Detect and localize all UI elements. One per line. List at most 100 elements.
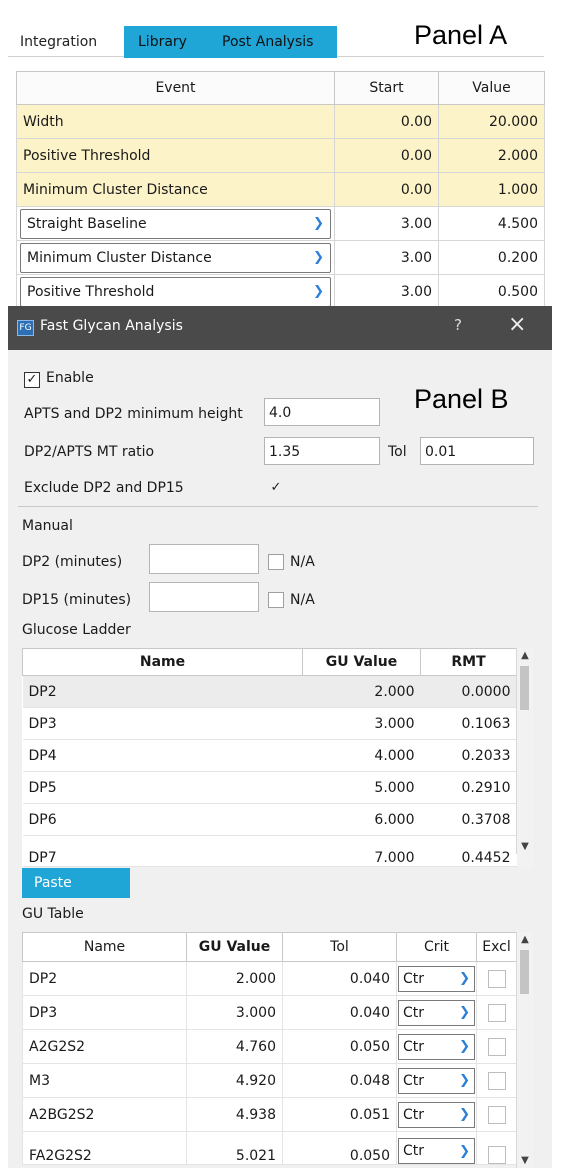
scroll-down-icon[interactable]: ▼ — [517, 1155, 533, 1166]
table-row[interactable]: DP6 6.000 0.3708 — [22, 803, 533, 836]
crit-dropdown[interactable]: Ctr ❯ — [398, 999, 475, 1026]
apts-min-height-input[interactable]: 4.0 — [264, 398, 380, 426]
excl-checkbox[interactable] — [487, 1146, 506, 1164]
dp15-na-checkbox[interactable] — [268, 592, 284, 608]
event-dropdown[interactable]: Minimum Cluster Distance ❯ — [20, 242, 331, 273]
crit-dropdown[interactable]: Ctr ❯ — [398, 1138, 475, 1164]
table-row[interactable]: Straight Baseline ❯ 3.00 4.500 — [16, 206, 545, 241]
crit-dropdown[interactable]: Ctr ❯ — [398, 1101, 475, 1128]
column-header-crit[interactable]: Crit — [396, 932, 477, 962]
value-cell[interactable]: 20.000 — [438, 104, 545, 139]
dp2-minutes-input[interactable] — [149, 544, 259, 574]
tol-input[interactable]: 0.01 — [420, 437, 534, 465]
table-row[interactable]: Positive Threshold ❯ 3.00 0.500 — [16, 274, 545, 309]
dp15-minutes-input[interactable] — [149, 582, 259, 612]
crit-dropdown[interactable]: Ctr ❯ — [398, 1033, 475, 1060]
tab-library[interactable]: Library — [138, 26, 187, 58]
start-cell[interactable]: 3.00 — [334, 206, 439, 241]
table-row[interactable]: DP7 7.000 0.4452 — [22, 835, 533, 867]
gu-tol-cell[interactable]: 0.048 — [282, 1063, 397, 1098]
excl-checkbox[interactable] — [487, 1071, 506, 1090]
gu-tol-cell[interactable]: 0.050 — [282, 1029, 397, 1064]
ladder-name-cell: DP3 — [22, 707, 303, 740]
ladder-gu-cell: 5.000 — [302, 771, 421, 804]
gu-tol-cell[interactable]: 0.040 — [282, 995, 397, 1030]
crit-value: Ctr — [403, 1004, 425, 1021]
dialog-title-bar[interactable]: FG Fast Glycan Analysis ? × — [8, 306, 552, 350]
scroll-up-icon[interactable]: ▲ — [517, 650, 533, 661]
gu-name-cell: FA2G2S2 — [22, 1131, 187, 1165]
column-header-rmt[interactable]: RMT — [420, 648, 517, 676]
ladder-rmt-cell: 0.2033 — [420, 739, 517, 772]
scroll-up-icon[interactable]: ▲ — [517, 934, 533, 945]
dialog-title: Fast Glycan Analysis — [40, 318, 183, 334]
column-header-gu-value[interactable]: GU Value — [302, 648, 421, 676]
start-cell[interactable]: 0.00 — [334, 138, 439, 173]
table-row[interactable]: DP2 2.000 0.040 Ctr ❯ — [22, 961, 533, 996]
gu-tol-cell[interactable]: 0.040 — [282, 961, 397, 996]
column-header-start[interactable]: Start — [334, 71, 439, 105]
event-cell: Minimum Cluster Distance — [16, 172, 335, 207]
table-row[interactable]: A2G2S2 4.760 0.050 Ctr ❯ — [22, 1029, 533, 1064]
crit-dropdown[interactable]: Ctr ❯ — [398, 965, 475, 992]
column-header-tol[interactable]: Tol — [282, 932, 397, 962]
enable-checkbox[interactable]: ✓ — [24, 372, 40, 388]
gu-tol-cell[interactable]: 0.050 — [282, 1131, 397, 1165]
table-row[interactable]: DP5 5.000 0.2910 — [22, 771, 533, 804]
table-row[interactable]: Minimum Cluster Distance 0.00 1.000 — [16, 172, 545, 207]
table-row[interactable]: DP2 2.000 0.0000 — [22, 675, 533, 708]
exclude-checkbox[interactable]: ✓ — [268, 480, 284, 496]
scroll-down-icon[interactable]: ▼ — [517, 841, 533, 852]
tab-post-analysis[interactable]: Post Analysis — [222, 26, 313, 58]
column-header-value[interactable]: Value — [438, 71, 545, 105]
column-header-name[interactable]: Name — [22, 648, 303, 676]
gu-tol-cell[interactable]: 0.051 — [282, 1097, 397, 1132]
table-row[interactable]: M3 4.920 0.048 Ctr ❯ — [22, 1063, 533, 1098]
glucose-ladder-table: Name GU Value RMT DP2 2.000 0.0000 DP3 3… — [22, 648, 533, 867]
value-cell[interactable]: 0.200 — [438, 240, 545, 275]
start-cell[interactable]: 0.00 — [334, 172, 439, 207]
event-dropdown[interactable]: Positive Threshold ❯ — [20, 276, 331, 307]
excl-checkbox[interactable] — [487, 969, 506, 988]
table-row[interactable]: Positive Threshold 0.00 2.000 — [16, 138, 545, 173]
event-dropdown[interactable]: Straight Baseline ❯ — [20, 208, 331, 239]
scroll-thumb[interactable] — [520, 666, 529, 710]
column-header-excl[interactable]: Excl — [476, 932, 517, 962]
table-row[interactable]: DP3 3.000 0.040 Ctr ❯ — [22, 995, 533, 1030]
help-button[interactable]: ? — [454, 316, 462, 334]
gu-name-cell: A2BG2S2 — [22, 1097, 187, 1132]
mt-ratio-input[interactable]: 1.35 — [264, 437, 380, 465]
chevron-down-icon: ❯ — [459, 1143, 470, 1159]
value-cell[interactable]: 2.000 — [438, 138, 545, 173]
column-header-name[interactable]: Name — [22, 932, 187, 962]
paste-button[interactable]: Paste — [22, 868, 130, 898]
start-cell[interactable]: 0.00 — [334, 104, 439, 139]
table-row[interactable]: Width 0.00 20.000 — [16, 104, 545, 139]
start-cell[interactable]: 3.00 — [334, 240, 439, 275]
value-cell[interactable]: 1.000 — [438, 172, 545, 207]
gu-value-cell: 2.000 — [186, 961, 283, 996]
excl-checkbox[interactable] — [487, 1105, 506, 1124]
manual-label: Manual — [22, 518, 73, 534]
table-row[interactable]: DP4 4.000 0.2033 — [22, 739, 533, 772]
value-cell[interactable]: 4.500 — [438, 206, 545, 241]
value-cell[interactable]: 0.500 — [438, 274, 545, 309]
ladder-name-cell: DP4 — [22, 739, 303, 772]
ladder-scrollbar[interactable]: ▲ ▼ — [516, 648, 533, 854]
close-button[interactable]: × — [508, 312, 526, 337]
gu-scrollbar[interactable]: ▲ ▼ — [516, 932, 533, 1168]
column-header-event[interactable]: Event — [16, 71, 335, 105]
start-cell[interactable]: 3.00 — [334, 274, 439, 309]
excl-checkbox[interactable] — [487, 1003, 506, 1022]
table-row[interactable]: FA2G2S2 5.021 0.050 Ctr ❯ — [22, 1131, 533, 1165]
tab-integration[interactable]: Integration — [20, 28, 97, 56]
scroll-thumb[interactable] — [520, 950, 529, 994]
table-row[interactable]: A2BG2S2 4.938 0.051 Ctr ❯ — [22, 1097, 533, 1132]
excl-checkbox[interactable] — [487, 1037, 506, 1056]
column-header-gu-value[interactable]: GU Value — [186, 932, 283, 962]
crit-dropdown[interactable]: Ctr ❯ — [398, 1067, 475, 1094]
table-row[interactable]: DP3 3.000 0.1063 — [22, 707, 533, 740]
table-row[interactable]: Minimum Cluster Distance ❯ 3.00 0.200 — [16, 240, 545, 275]
dp2-na-checkbox[interactable] — [268, 554, 284, 570]
dp15-na-label: N/A — [290, 592, 315, 608]
